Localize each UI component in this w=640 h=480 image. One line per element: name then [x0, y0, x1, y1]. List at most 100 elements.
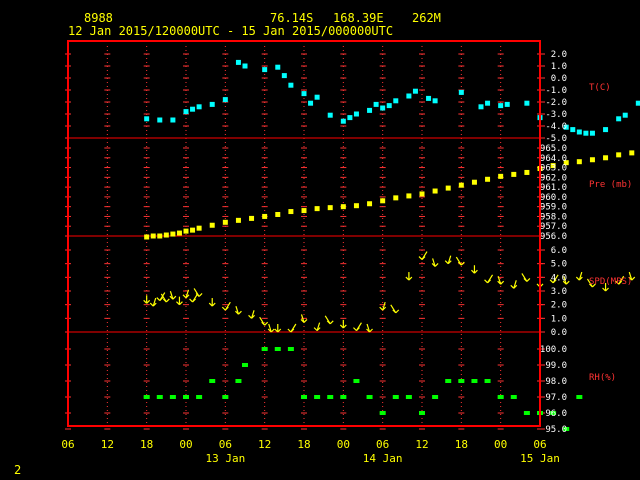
- pressure-point: [445, 185, 451, 191]
- pressure-point: [301, 208, 307, 214]
- humidity-point: [196, 395, 203, 399]
- pressure-point: [262, 213, 268, 219]
- panel-label: RH(%): [589, 373, 616, 383]
- humidity-point: [432, 395, 439, 399]
- wind-arrow-head: [248, 314, 252, 319]
- temperature-point: [589, 130, 595, 136]
- temperature-point: [157, 117, 163, 123]
- wind-arrow-head: [395, 309, 400, 314]
- temperature-point: [524, 100, 530, 106]
- meteogram-chart: 8988 76.14S 168.39E 262M 12 Jan 2015/120…: [14, 11, 640, 477]
- station-elevation: 262M: [412, 11, 441, 25]
- y-tick-label: 4.0: [551, 273, 567, 283]
- y-tick-label: 100.0: [540, 345, 567, 355]
- y-tick-label: -5.0: [545, 134, 567, 144]
- humidity-point: [523, 411, 530, 415]
- humidity-point: [287, 347, 294, 351]
- humidity-point: [353, 379, 360, 383]
- wind-arrow-head: [526, 278, 531, 282]
- wind-arrow-head: [189, 298, 193, 303]
- y-tick-label: 964.0: [540, 154, 567, 164]
- x-tick-label: 18: [455, 438, 468, 451]
- pressure-point: [275, 211, 281, 217]
- y-tick-label: 961.0: [540, 183, 567, 193]
- x-tick-label: 00: [179, 438, 192, 451]
- pressure-point: [471, 179, 477, 185]
- temperature-point: [393, 98, 399, 104]
- temperature-point: [314, 94, 320, 100]
- temperature-point: [622, 112, 628, 118]
- pressure-point: [249, 215, 255, 221]
- y-tick-label: 958.0: [540, 212, 567, 222]
- pressure-point: [144, 234, 150, 240]
- pressure-point: [196, 225, 202, 231]
- humidity-point: [222, 395, 229, 399]
- x-tick-label: 06: [376, 438, 389, 451]
- temperature-point: [190, 106, 196, 112]
- pressure-point: [589, 157, 595, 163]
- y-tick-label: 1.0: [551, 62, 567, 72]
- temperature-point: [616, 116, 622, 122]
- humidity-point: [419, 411, 425, 415]
- pressure-point: [629, 150, 635, 156]
- temperature-point: [432, 98, 438, 104]
- pressure-point: [222, 219, 228, 225]
- wind-arrow-head: [510, 284, 515, 289]
- humidity-point: [484, 379, 491, 383]
- wind-arrow-head: [165, 298, 170, 303]
- station-latitude: 76.14S: [270, 11, 313, 25]
- humidity-point: [340, 395, 347, 399]
- wind-arrow-head: [434, 262, 439, 267]
- humidity-point: [379, 411, 386, 415]
- humidity-point: [156, 395, 163, 399]
- y-tick-label: 963.0: [540, 164, 567, 174]
- pressure-point: [157, 233, 163, 239]
- y-tick-label: 2.0: [551, 301, 567, 311]
- x-tick-label: 12: [101, 438, 114, 451]
- humidity-point: [209, 379, 216, 383]
- panel-label: Pre (mb): [589, 180, 632, 190]
- temperature-point: [570, 127, 576, 133]
- date-label: 15 Jan: [520, 452, 560, 465]
- pressure-point: [380, 198, 386, 204]
- x-tick-label: 12: [258, 438, 271, 451]
- temperature-point: [235, 59, 241, 65]
- grid-lines: [65, 46, 545, 430]
- pressure-point: [616, 152, 622, 158]
- x-tick-label: 18: [297, 438, 310, 451]
- station-id: 8988: [84, 11, 113, 25]
- wind-arrow-head: [238, 310, 242, 315]
- y-tick-label: 97.0: [545, 393, 567, 403]
- pressure-point: [176, 230, 182, 236]
- y-tick-label: 2.0: [551, 50, 567, 60]
- temperature-point: [170, 117, 176, 123]
- x-tick-label: 06: [219, 438, 232, 451]
- temperature-point: [340, 118, 346, 124]
- humidity-point: [445, 379, 452, 383]
- pressure-point: [406, 193, 412, 199]
- y-tick-label: 96.0: [545, 409, 567, 419]
- temperature-point: [327, 112, 333, 118]
- humidity-point: [235, 379, 242, 383]
- temperature-point: [386, 103, 392, 109]
- humidity-point: [169, 395, 176, 399]
- y-tick-label: 1.0: [551, 314, 567, 324]
- pressure-point: [163, 232, 169, 238]
- pressure-point: [524, 169, 530, 175]
- temperature-point: [373, 101, 379, 107]
- wind-arrow-head: [575, 276, 580, 281]
- x-tick-label: 00: [337, 438, 350, 451]
- temperature-point: [583, 130, 589, 136]
- panel-label: T(C): [589, 83, 611, 93]
- temperature-point: [281, 73, 287, 79]
- humidity-point: [471, 379, 478, 383]
- y-tick-label: 98.0: [545, 377, 567, 387]
- pressure-point: [183, 228, 189, 234]
- y-tick-label: 3.0: [551, 287, 567, 297]
- y-tick-label: 956.0: [540, 232, 567, 242]
- humidity-point: [576, 395, 583, 399]
- temperature-point: [242, 63, 248, 69]
- temperature-point: [485, 100, 491, 106]
- temperature-point: [380, 105, 386, 111]
- humidity-point: [405, 395, 412, 399]
